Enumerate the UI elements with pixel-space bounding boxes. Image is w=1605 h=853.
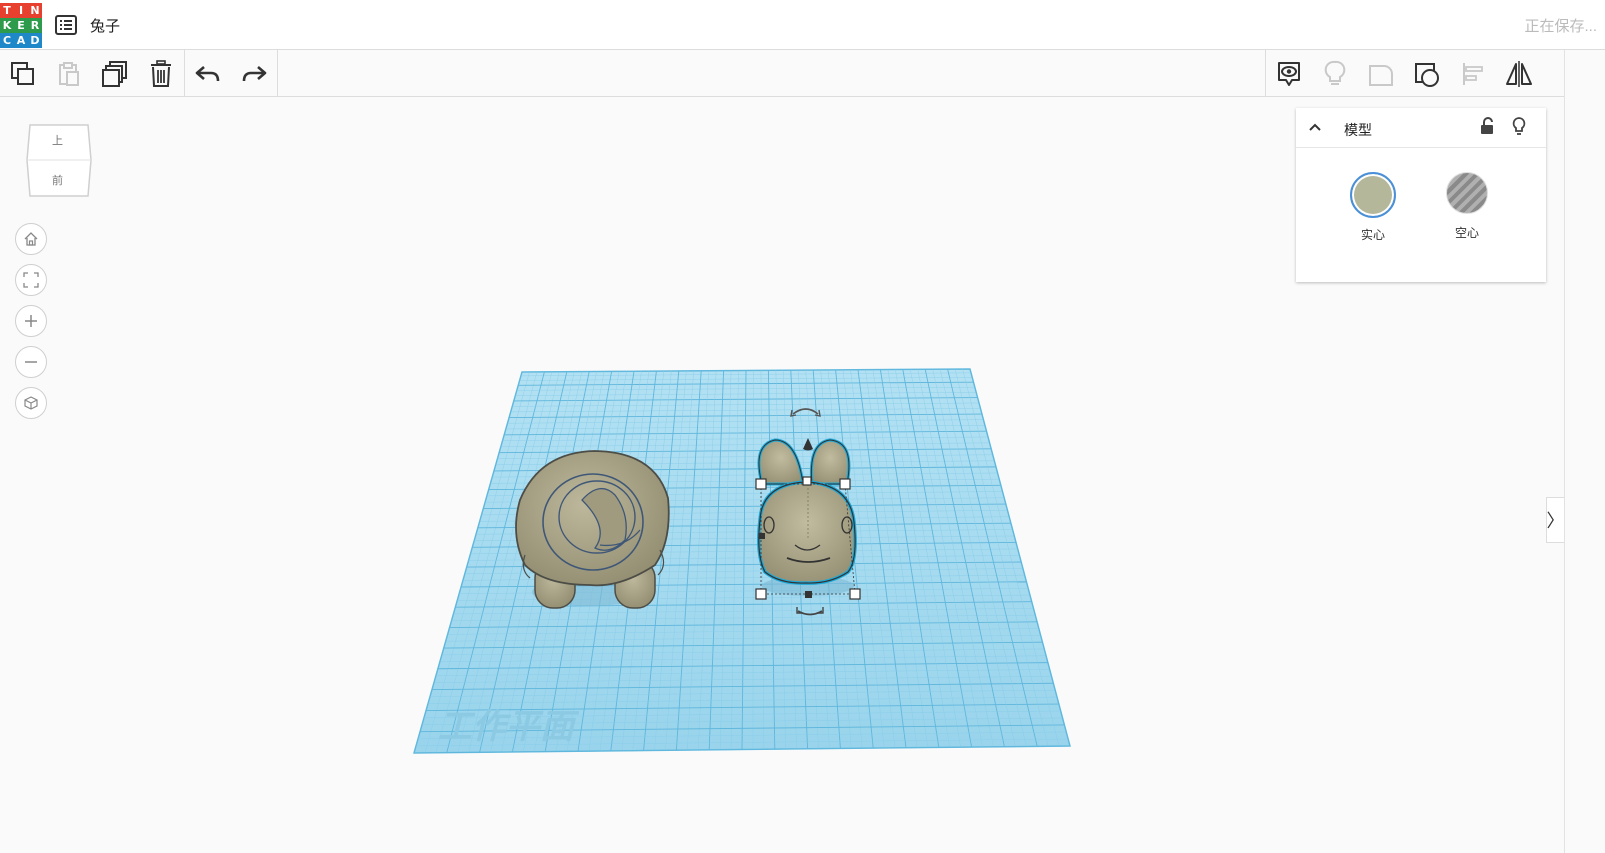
hole-swatch[interactable] bbox=[1446, 172, 1488, 214]
inspector-title: 模型 bbox=[1344, 122, 1372, 138]
solid-label: 实心 bbox=[1360, 228, 1385, 242]
chevron-right-icon: 〉 bbox=[1546, 511, 1565, 531]
resize-handle[interactable] bbox=[849, 588, 861, 600]
workplane[interactable]: 工作平面 bbox=[413, 368, 1071, 754]
right-edge-panel bbox=[1564, 50, 1605, 853]
shape-inspector: 模型 实心 空心 bbox=[1296, 108, 1546, 282]
resize-handle[interactable] bbox=[755, 478, 767, 490]
rabbit-back-model[interactable] bbox=[515, 450, 670, 609]
resize-handle[interactable] bbox=[802, 476, 812, 486]
resize-handle[interactable] bbox=[839, 478, 851, 490]
unlock-icon[interactable] bbox=[1480, 117, 1494, 137]
resize-handle[interactable] bbox=[759, 533, 765, 539]
solid-swatch[interactable] bbox=[1350, 172, 1396, 218]
resize-handle[interactable] bbox=[805, 591, 812, 598]
chevron-up-icon[interactable] bbox=[1308, 121, 1322, 133]
collapse-panel-tab[interactable]: 〉 bbox=[1546, 497, 1565, 543]
resize-handle[interactable] bbox=[755, 588, 767, 600]
light-bulb-icon[interactable] bbox=[1512, 116, 1526, 138]
tinkercad-editor: TINKERCAD 兔子 正在保存... 上 前 工作平面 模型 实心 空心 〉 bbox=[0, 0, 1605, 853]
solid-option[interactable]: 实心 bbox=[1343, 172, 1403, 243]
hole-label: 空心 bbox=[1454, 226, 1479, 240]
inspector-header: 模型 bbox=[1296, 108, 1546, 148]
workplane-label: 工作平面 bbox=[438, 707, 580, 747]
hole-option[interactable]: 空心 bbox=[1437, 172, 1497, 241]
